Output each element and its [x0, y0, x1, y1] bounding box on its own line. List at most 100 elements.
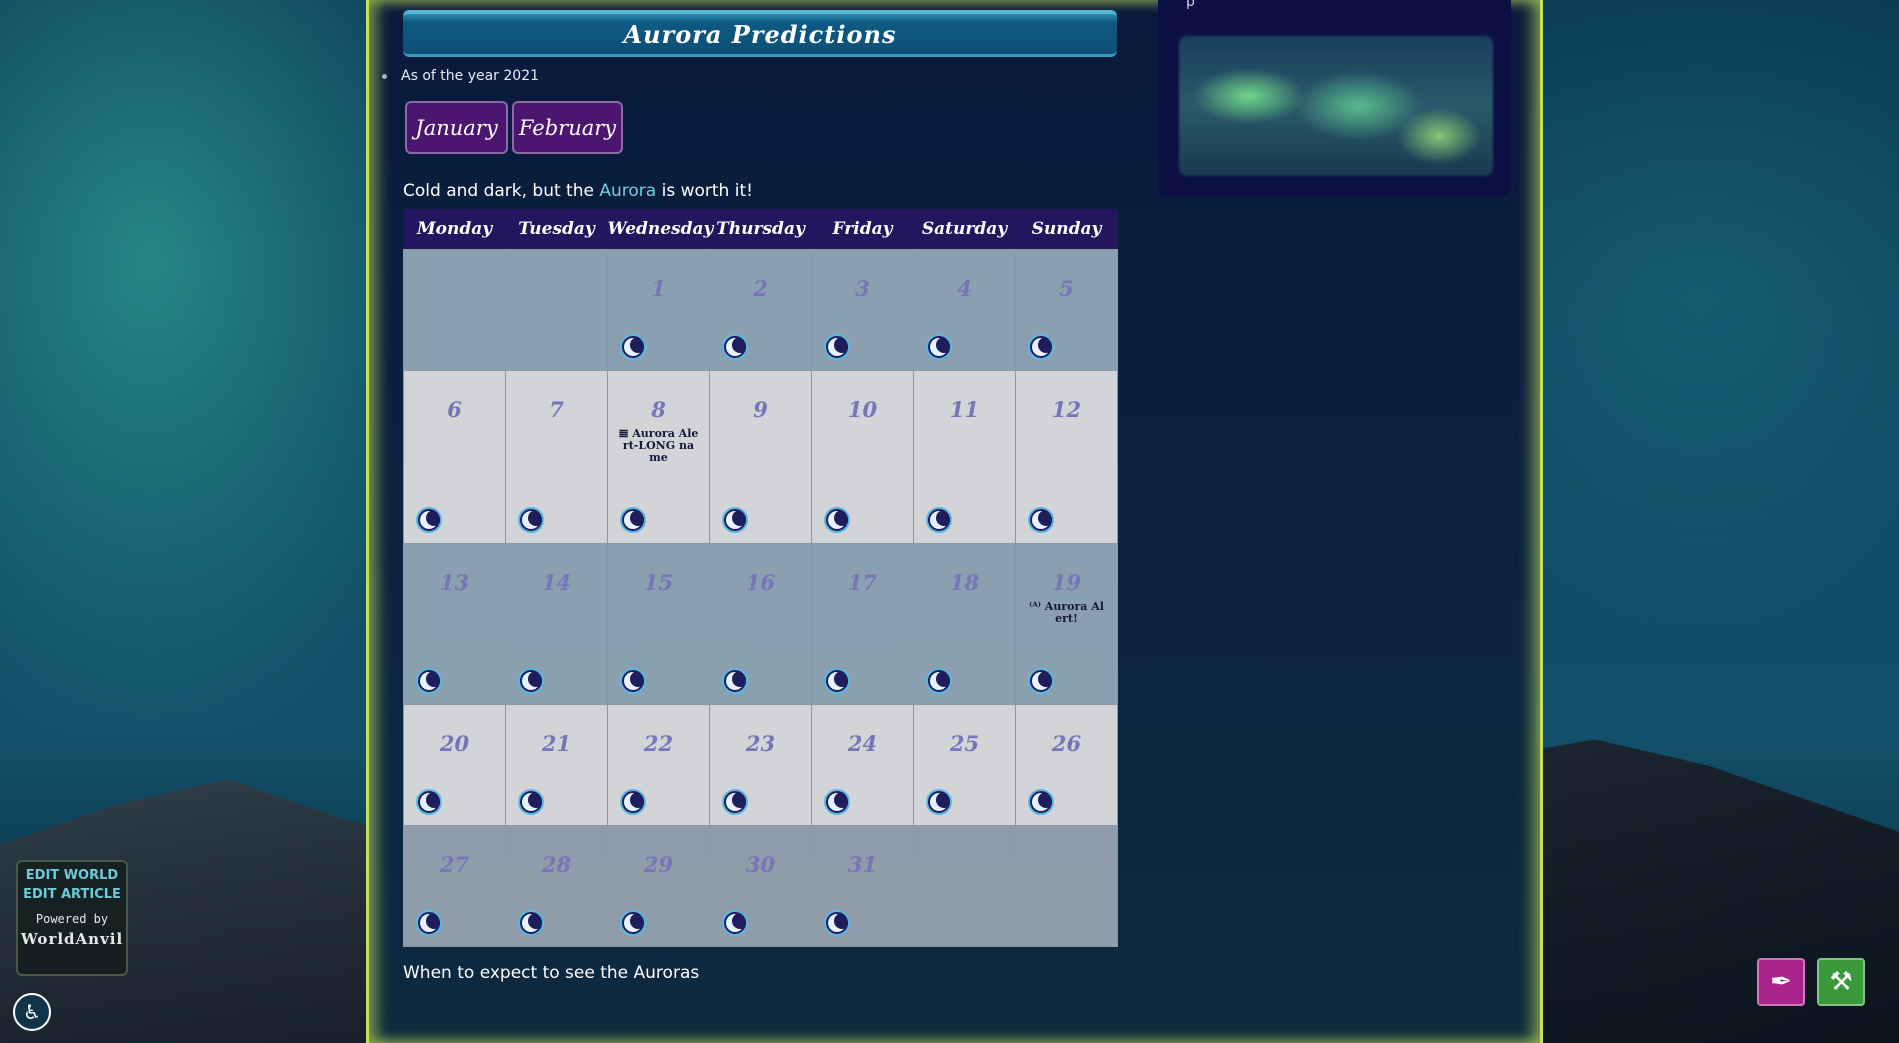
moon-phase-icon [824, 668, 850, 694]
accessibility-button[interactable]: ♿ [13, 993, 51, 1031]
moon-shadow [936, 510, 950, 526]
moon-phase-icon [722, 910, 748, 936]
moon-phase-icon [926, 334, 952, 360]
calendar-day-cell[interactable]: 19 ⁽ᴬ⁾ Aurora Alert! [1015, 543, 1118, 705]
calendar-day-cell[interactable]: 11 [913, 370, 1016, 544]
moon-shadow [630, 792, 644, 808]
calendar-day-cell[interactable]: 21 [505, 704, 608, 826]
moon-phase-icon [518, 668, 544, 694]
calendar-day-cell[interactable]: 15 [607, 543, 710, 705]
month-button-january[interactable]: January [405, 101, 508, 154]
day-number: 2 [753, 276, 768, 301]
moon-phase-icon [1028, 668, 1054, 694]
calendar-subtitle: Cold and dark, but the Aurora is worth i… [403, 181, 753, 201]
calendar-day-cell[interactable]: 24 [811, 704, 914, 826]
weekday-header: Thursday [709, 209, 812, 250]
moon-shadow [528, 671, 542, 687]
day-number: 22 [643, 731, 674, 756]
calendar-day-cell[interactable]: 14 [505, 543, 608, 705]
month-button-february[interactable]: February [512, 101, 623, 154]
calendar-caption: When to expect to see the Auroras [403, 963, 700, 983]
moon-shadow [426, 671, 440, 687]
weekday-header: Wednesday [607, 209, 713, 250]
calendar-event[interactable]: ⁽ᴬ⁾ Aurora Alert! [1016, 595, 1117, 625]
moon-phase-icon [1028, 334, 1054, 360]
moon-phase-icon [926, 668, 952, 694]
calendar-day-cell[interactable]: 25 [913, 704, 1016, 826]
moon-shadow [732, 671, 746, 687]
calendar-event[interactable]: 𝌆 Aurora Alert-LONG name [608, 422, 709, 464]
day-number: 28 [541, 852, 572, 877]
calendar-empty-cell [913, 825, 1016, 947]
calendar-day-cell[interactable]: 18 [913, 543, 1016, 705]
hammer-button[interactable]: ⚒ [1817, 958, 1865, 1006]
moon-shadow [630, 913, 644, 929]
day-number: 21 [541, 731, 572, 756]
calendar-day-cell[interactable]: 27 [403, 825, 506, 947]
calendar-day-cell[interactable]: 6 [403, 370, 506, 544]
calendar-day-cell[interactable]: 26 [1015, 704, 1118, 826]
moon-phase-icon [824, 789, 850, 815]
moon-shadow [630, 337, 644, 353]
calendar-day-cell[interactable]: 12 [1015, 370, 1118, 544]
weekday-header: Friday [811, 209, 914, 250]
calendar-week-row: 6 7 8 𝌆 Aurora Alert-LONG name 9 10 11 12 [403, 370, 1118, 544]
moon-phase-icon [824, 507, 850, 533]
worldanvil-logo[interactable]: WorldAnvil [18, 930, 126, 948]
page-title: Aurora Predictions [403, 10, 1117, 57]
calendar-day-cell[interactable]: 3 [811, 249, 914, 371]
moon-shadow [426, 913, 440, 929]
calendar-day-cell[interactable]: 10 [811, 370, 914, 544]
calendar-day-cell[interactable]: 23 [709, 704, 812, 826]
year-line: As of the year 2021 [382, 68, 539, 84]
calendar-day-cell[interactable]: 9 [709, 370, 812, 544]
moon-shadow [834, 671, 848, 687]
calendar-day-cell[interactable]: 5 [1015, 249, 1118, 371]
calendar-day-cell[interactable]: 7 [505, 370, 608, 544]
calendar-day-cell[interactable]: 20 [403, 704, 506, 826]
quill-button[interactable]: ✒ [1757, 958, 1805, 1006]
weekday-header: Saturday [913, 209, 1016, 250]
moon-phase-icon [722, 668, 748, 694]
day-number: 1 [651, 276, 666, 301]
moon-shadow [834, 913, 848, 929]
calendar-day-cell[interactable]: 31 [811, 825, 914, 947]
day-number: 15 [643, 570, 674, 595]
calendar-day-cell[interactable]: 4 [913, 249, 1016, 371]
edit-article-link[interactable]: EDIT ARTICLE [18, 887, 126, 902]
weekday-header: Tuesday [505, 209, 608, 250]
day-number: 5 [1059, 276, 1074, 301]
calendar-day-cell[interactable]: 17 [811, 543, 914, 705]
calendar-day-cell[interactable]: 28 [505, 825, 608, 947]
day-number: 30 [745, 852, 776, 877]
day-number: 7 [549, 397, 564, 422]
day-number: 24 [847, 731, 878, 756]
calendar-day-cell[interactable]: 13 [403, 543, 506, 705]
moon-phase-icon [416, 668, 442, 694]
weekday-header: Monday [403, 209, 506, 250]
moon-phase-icon [722, 334, 748, 360]
calendar-day-cell[interactable]: 30 [709, 825, 812, 947]
calendar-header-row: Monday Tuesday Wednesday Thursday Friday… [403, 209, 1118, 250]
edit-world-link[interactable]: EDIT WORLD [18, 868, 126, 883]
day-number: 11 [949, 397, 980, 422]
day-number: 9 [753, 397, 768, 422]
moon-phase-icon [518, 507, 544, 533]
day-number: 14 [541, 570, 572, 595]
moon-shadow [936, 337, 950, 353]
calendar-week-row: 20 21 22 23 24 25 26 [403, 704, 1118, 826]
moon-phase-icon [620, 507, 646, 533]
page-title-text: Aurora Predictions [623, 19, 897, 49]
moon-shadow [630, 510, 644, 526]
calendar-day-cell[interactable]: 29 [607, 825, 710, 947]
calendar-day-cell[interactable]: 8 𝌆 Aurora Alert-LONG name [607, 370, 710, 544]
calendar-day-cell[interactable]: 22 [607, 704, 710, 826]
calendar-day-cell[interactable]: 16 [709, 543, 812, 705]
calendar-day-cell[interactable]: 2 [709, 249, 812, 371]
moon-shadow [732, 913, 746, 929]
aurora-image [1179, 36, 1493, 176]
calendar-day-cell[interactable]: 1 [607, 249, 710, 371]
aurora-link[interactable]: Aurora [599, 181, 656, 201]
moon-phase-icon [1028, 789, 1054, 815]
day-number: 8 [651, 397, 666, 422]
